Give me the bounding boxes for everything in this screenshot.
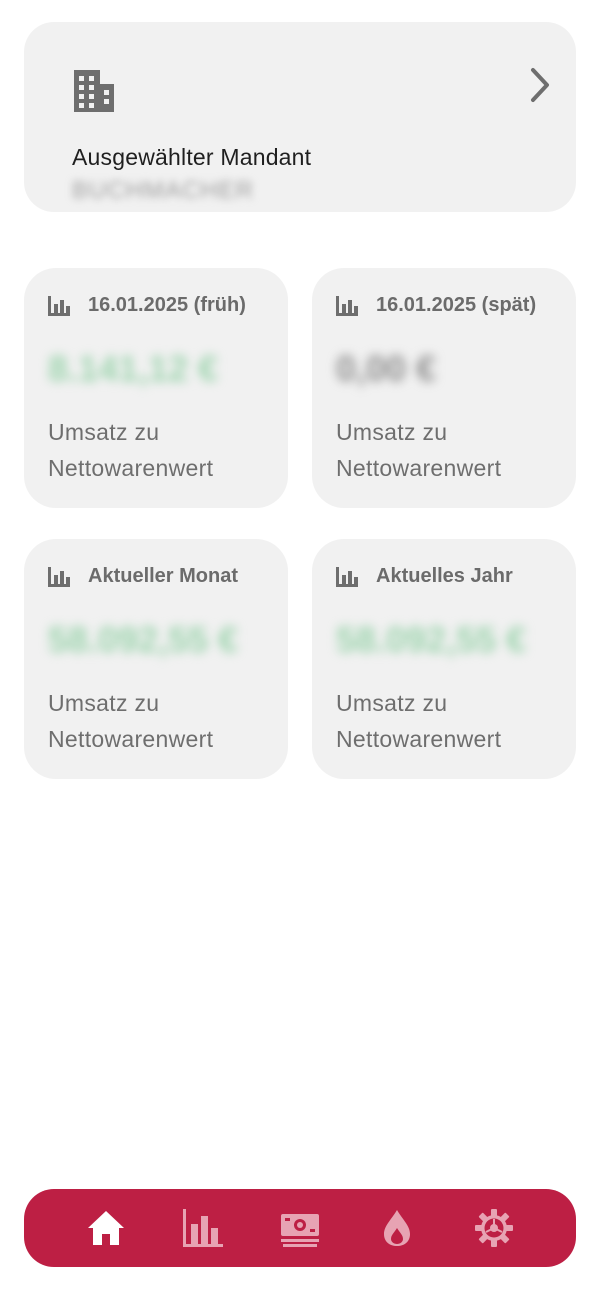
bar-chart-icon — [183, 1209, 224, 1247]
bar-chart-icon — [336, 566, 358, 587]
bar-chart-icon — [336, 295, 358, 316]
metric-title: 16.01.2025 (spät) — [376, 294, 537, 316]
nav-statistics[interactable] — [173, 1198, 233, 1258]
nav-home[interactable] — [76, 1198, 136, 1258]
metric-value: 58.092,55 € — [336, 619, 527, 660]
bar-chart-icon — [48, 566, 70, 587]
home-icon — [88, 1211, 125, 1245]
tenant-name: BUCHMACHER — [72, 177, 255, 204]
metric-header: 16.01.2025 (früh) — [48, 294, 246, 317]
metric-title: 16.01.2025 (früh) — [88, 294, 246, 316]
tenant-selector-card[interactable]: Ausgewählter Mandant BUCHMACHER — [24, 22, 576, 212]
metric-title: Aktueller Monat — [88, 565, 239, 587]
metric-description: Umsatz zu Nettowarenwert — [48, 690, 214, 752]
metric-card-year[interactable]: Aktuelles Jahr 58.092,55 € Umsatz zu Net… — [312, 539, 576, 779]
flame-icon — [383, 1210, 410, 1246]
metric-description: Umsatz zu Nettowarenwert — [336, 690, 502, 752]
metric-card-early[interactable]: 16.01.2025 (früh) 8.141,12 € Umsatz zu N… — [24, 268, 288, 508]
nav-energy[interactable] — [367, 1198, 427, 1258]
metric-header: Aktueller Monat — [48, 565, 238, 588]
tenant-label: Ausgewählter Mandant — [72, 144, 312, 170]
dashboard-screen: Ausgewählter Mandant BUCHMACHER 16.01.20… — [0, 0, 600, 1300]
metric-value: 8.141,12 € — [48, 348, 219, 389]
metric-description: Umsatz zu Nettowarenwert — [336, 419, 502, 481]
metric-header: Aktuelles Jahr — [336, 565, 513, 588]
money-icon — [280, 1214, 319, 1247]
metric-value: 0,00 € — [336, 348, 437, 389]
metric-header: 16.01.2025 (spät) — [336, 294, 536, 317]
bar-chart-icon — [48, 295, 70, 316]
metric-card-month[interactable]: Aktueller Monat 58.092,55 € Umsatz zu Ne… — [24, 539, 288, 779]
metric-card-late[interactable]: 16.01.2025 (spät) 0,00 € Umsatz zu Netto… — [312, 268, 576, 508]
metric-title: Aktuelles Jahr — [376, 565, 513, 587]
chevron-right-icon[interactable] — [528, 66, 552, 104]
metric-description: Umsatz zu Nettowarenwert — [48, 419, 214, 481]
nav-finance[interactable] — [270, 1198, 330, 1258]
nav-settings[interactable] — [464, 1198, 524, 1258]
metric-value: 58.092,55 € — [48, 619, 239, 660]
bottom-navigation — [24, 1189, 576, 1267]
building-icon — [74, 70, 114, 112]
settings-icon — [474, 1209, 513, 1247]
